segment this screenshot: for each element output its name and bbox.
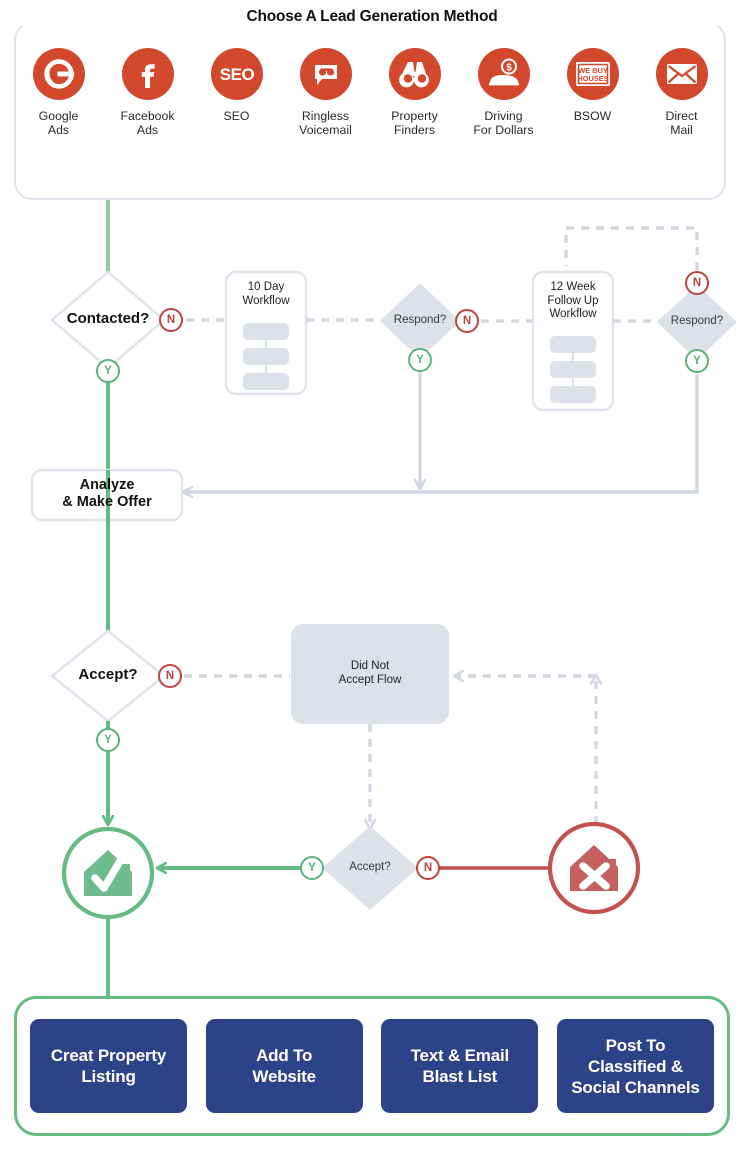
we-buy-houses-sign-icon: WE BUY HOUSES [566,48,619,100]
lead-source-label: Direct Mail [665,109,698,137]
badge-respond1-no[interactable]: N [455,309,479,333]
lead-source-facebook-ads[interactable]: Facebook Ads [106,48,190,137]
lead-source-list: Google Ads Facebook Ads SEO SEO Ringless… [14,48,726,137]
lead-source-label: Ringless Voicemail [299,109,352,137]
output-action-create-property-listing[interactable]: Creat Property Listing [30,1019,187,1113]
shape-accept-bottom-diamond [322,826,418,910]
lead-source-label: Driving For Dollars [473,109,534,137]
badge-respond2-no[interactable]: N [685,271,709,295]
flowchart-diagram: Choose A Lead Generation Method Google Ad… [0,0,744,1150]
lead-source-driving-for-dollars[interactable]: $ Driving For Dollars [462,48,546,137]
badge-accept-top-yes[interactable]: Y [96,728,120,752]
voicemail-bubble-icon [299,48,352,100]
badge-accept-bottom-yes[interactable]: Y [300,856,324,880]
output-actions-list: Creat Property Listing Add To Website Text… [14,996,730,1136]
badge-accept-top-no[interactable]: N [158,664,182,688]
car-dollar-icon: $ [477,48,530,100]
shape-contacted-diamond [50,270,166,370]
panel-title: Choose A Lead Generation Method [0,8,744,26]
badge-respond2-yes[interactable]: Y [685,349,709,373]
lead-source-label: SEO [223,109,250,123]
seo-text-icon: SEO [210,48,263,100]
google-g-icon [32,48,85,100]
lead-source-label: BSOW [573,109,612,123]
lead-source-seo[interactable]: SEO SEO [195,48,279,123]
envelope-icon [655,48,708,100]
svg-text:HOUSES: HOUSES [577,74,608,83]
svg-text:$: $ [506,63,512,74]
lead-source-ringless-voicemail[interactable]: Ringless Voicemail [284,48,368,137]
link-respond2-no [564,226,699,270]
output-action-add-to-website[interactable]: Add To Website [205,1019,363,1113]
badge-respond1-yes[interactable]: Y [408,348,432,372]
lead-source-bsow[interactable]: WE BUY HOUSES BSOW [551,48,635,123]
badge-contacted-no[interactable]: N [159,308,183,332]
shape-did-not-accept-box [291,624,449,724]
output-action-post-to-classified-social[interactable]: Post To Classified & Social Channels [556,1019,714,1113]
lead-source-label: Facebook Ads [120,109,175,137]
badge-accept-bottom-no[interactable]: N [416,856,440,880]
output-action-text-email-blast-list[interactable]: Text & Email Blast List [381,1019,539,1113]
facebook-f-icon [121,48,174,100]
badge-contacted-yes[interactable]: Y [96,359,120,383]
binoculars-icon [388,48,441,100]
shape-accept-top-diamond [50,629,166,723]
svg-text:SEO: SEO [219,65,254,84]
lead-source-direct-mail[interactable]: Direct Mail [640,48,724,137]
lead-source-google-ads[interactable]: Google Ads [17,48,101,137]
lead-source-label: Google Ads [38,109,79,137]
lead-source-property-finders[interactable]: Property Finders [373,48,457,137]
lead-source-label: Property Finders [391,109,438,137]
panel-title-text: Choose A Lead Generation Method [234,8,510,25]
